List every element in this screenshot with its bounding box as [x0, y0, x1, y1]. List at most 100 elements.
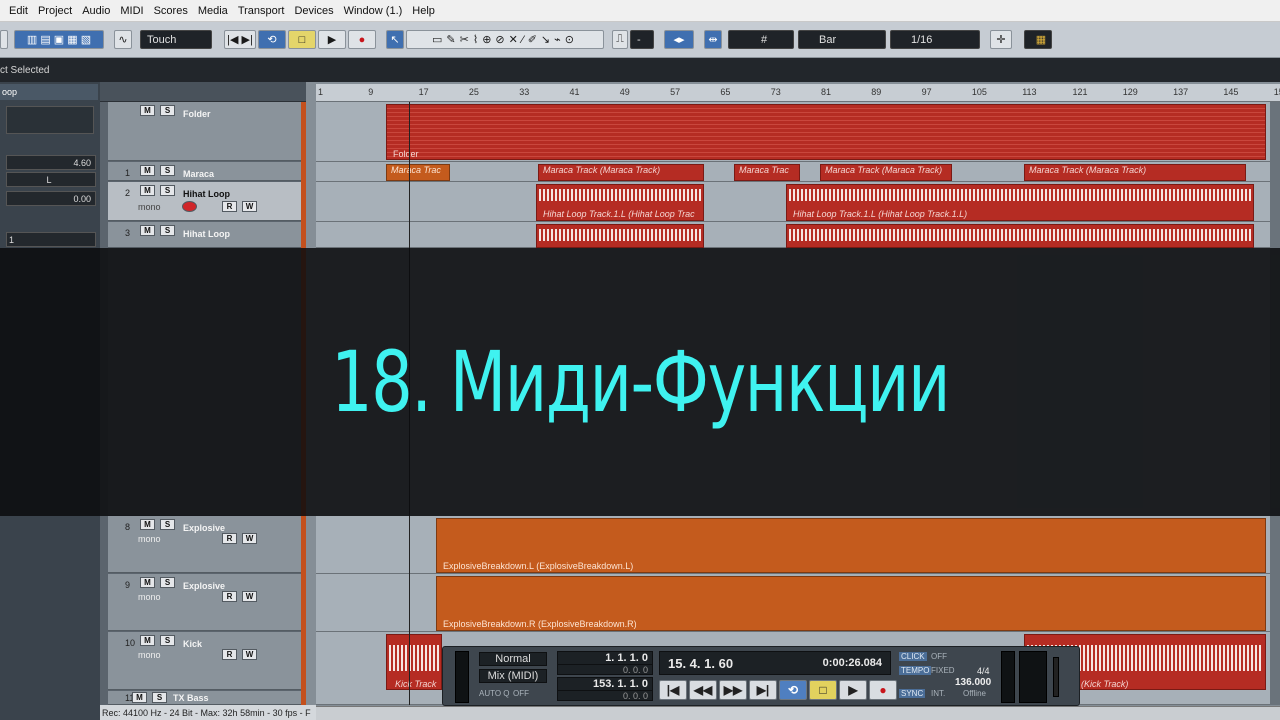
menu-midi[interactable]: MIDI — [120, 5, 143, 17]
record-enable-icon[interactable] — [182, 201, 197, 212]
cycle-button[interactable]: ⟲ — [258, 30, 286, 49]
track-folder[interactable]: Folder M S — [108, 102, 301, 161]
mute-button[interactable]: M — [140, 519, 155, 530]
automation-mode-select[interactable]: Touch — [140, 30, 212, 49]
automation-icon[interactable]: ∿ — [114, 30, 132, 49]
mute-button[interactable]: M — [140, 105, 155, 116]
fast-forward-icon[interactable]: ▶▶ — [719, 680, 747, 700]
go-to-start-button[interactable]: |◀ ▶| — [224, 30, 256, 49]
pan-field[interactable]: L — [6, 172, 96, 187]
go-to-end-icon[interactable]: ▶| — [749, 680, 777, 700]
read-automation-button[interactable]: R — [222, 533, 237, 544]
volume-field[interactable]: 4.60 — [6, 155, 96, 170]
track-tx-bass[interactable]: 11 TX Bass M S — [108, 691, 301, 705]
explosive-l-part[interactable]: ExplosiveBreakdown.L (ExplosiveBreakdown… — [436, 518, 1266, 573]
menu-window[interactable]: Window (1.) — [344, 5, 403, 17]
menu-transport[interactable]: Transport — [238, 5, 285, 17]
hihat2-part-2[interactable] — [786, 224, 1254, 248]
grid-type-select[interactable]: Bar — [798, 30, 886, 49]
maraca-part-4[interactable]: Maraca Track (Maraca Track) — [820, 164, 952, 181]
record-button[interactable]: ● — [348, 30, 376, 49]
write-automation-button[interactable]: W — [242, 649, 257, 660]
menu-devices[interactable]: Devices — [294, 5, 333, 17]
horizontal-scrollbar[interactable] — [316, 706, 1280, 720]
snap-icon[interactable]: ⎍ — [612, 30, 628, 49]
tempo-label[interactable]: TEMPO — [899, 666, 932, 675]
position-display[interactable]: 15. 4. 1. 60 0:00:26.084 — [659, 651, 891, 675]
crosshair-icon[interactable]: ✛ — [990, 30, 1012, 49]
menu-project[interactable]: Project — [38, 5, 72, 17]
edit-tools-group[interactable]: ▭✎✂⌇⊕⊘✕⁄✐↘⌁⊙ — [406, 30, 604, 49]
play-button[interactable]: ▶ — [318, 30, 346, 49]
cycle-mode-select[interactable]: Mix (MIDI) — [479, 669, 547, 683]
solo-button[interactable]: S — [160, 635, 175, 646]
left-locator[interactable]: 1. 1. 1. 0 — [557, 651, 653, 665]
maraca-part-2[interactable]: Maraca Track (Maraca Track) — [538, 164, 704, 181]
mute-button[interactable]: M — [140, 577, 155, 588]
master-fader[interactable] — [1053, 657, 1059, 697]
maraca-part-1[interactable]: Maraca Trac — [386, 164, 450, 181]
color-palette-icon[interactable]: ▦ — [1024, 30, 1052, 49]
menu-media[interactable]: Media — [198, 5, 228, 17]
ruler[interactable]: 1 9 17 25 33 41 49 57 65 73 81 89 97 105 113 121 129 137 1… — [316, 84, 1280, 102]
menu-audio[interactable]: Audio — [82, 5, 110, 17]
inspector-buttons[interactable] — [6, 106, 94, 134]
hihat-part-2[interactable]: Hihat Loop Track.1.L (Hihat Loop Track.1… — [786, 184, 1254, 221]
read-automation-button[interactable]: R — [222, 591, 237, 602]
write-automation-button[interactable]: W — [242, 591, 257, 602]
solo-button[interactable]: S — [160, 519, 175, 530]
maraca-part-5[interactable]: Maraca Track (Maraca Track) — [1024, 164, 1246, 181]
maraca-part-3[interactable]: Maraca Trac — [734, 164, 800, 181]
read-automation-button[interactable]: R — [222, 201, 237, 212]
solo-button[interactable]: S — [152, 692, 167, 703]
track-explosive-1[interactable]: 8 Explosive mono M S R W — [108, 516, 301, 573]
menu-scores[interactable]: Scores — [154, 5, 188, 17]
kick-part-1[interactable]: Kick Track — [386, 634, 442, 690]
go-to-start-icon[interactable]: |◀ — [659, 680, 687, 700]
routing-field[interactable]: 1 — [6, 232, 96, 247]
tempo-value[interactable]: 136.000 — [955, 677, 991, 688]
menu-help[interactable]: Help — [412, 5, 435, 17]
cycle-icon[interactable]: ⟲ — [779, 680, 807, 700]
quantize-select[interactable]: 1/16 — [890, 30, 980, 49]
track-maraca[interactable]: 1 Maraca M S — [108, 162, 301, 181]
object-selection-tool-icon[interactable]: ↖ — [386, 30, 404, 49]
explosive-r-part[interactable]: ExplosiveBreakdown.R (ExplosiveBreakdown… — [436, 576, 1266, 631]
auto-quantize-value[interactable]: OFF — [513, 689, 529, 698]
write-automation-button[interactable]: W — [242, 201, 257, 212]
inspector-track-header[interactable]: oop — [0, 84, 98, 100]
time-signature-value[interactable]: 4/4 — [977, 666, 990, 676]
sync-label[interactable]: SYNC — [899, 689, 926, 698]
mute-button[interactable]: M — [140, 225, 155, 236]
solo-button[interactable]: S — [160, 165, 175, 176]
hihat2-part-1[interactable] — [536, 224, 704, 248]
record-icon[interactable]: ● — [869, 680, 897, 700]
grid-icon[interactable]: # — [728, 30, 794, 49]
folder-part[interactable]: Folder — [386, 104, 1266, 160]
rewind-icon[interactable]: ◀◀ — [689, 680, 717, 700]
mute-button[interactable]: M — [140, 185, 155, 196]
right-locator[interactable]: 153. 1. 1. 0 — [557, 677, 653, 691]
window-layout-buttons[interactable]: ▥ ▤ ▣ ▦ ▧ — [14, 30, 104, 49]
mute-button[interactable]: M — [140, 165, 155, 176]
solo-button[interactable]: S — [160, 105, 175, 116]
play-icon[interactable]: ▶ — [839, 680, 867, 700]
track-explosive-2[interactable]: 9 Explosive mono M S R W — [108, 574, 301, 631]
record-mode-select[interactable]: Normal — [479, 652, 547, 666]
nudge-buttons[interactable]: ◂▸ — [664, 30, 694, 49]
stop-icon[interactable]: □ — [809, 680, 837, 700]
menu-edit[interactable]: Edit — [9, 5, 28, 17]
track-hihat-loop-1[interactable]: 2 Hihat Loop mono M S R W — [108, 182, 301, 221]
click-label[interactable]: CLICK — [899, 652, 927, 661]
track-hihat-loop-2[interactable]: 3 Hihat Loop M S — [108, 222, 301, 248]
solo-button[interactable]: S — [160, 225, 175, 236]
track-kick[interactable]: 10 Kick mono M S R W — [108, 632, 301, 690]
mute-button[interactable]: M — [132, 692, 147, 703]
mute-button[interactable]: M — [140, 635, 155, 646]
snap-mode-select[interactable]: - — [630, 30, 654, 49]
stop-button[interactable]: □ — [288, 30, 316, 49]
read-automation-button[interactable]: R — [222, 649, 237, 660]
solo-button[interactable]: S — [160, 577, 175, 588]
solo-button[interactable]: S — [160, 185, 175, 196]
write-automation-button[interactable]: W — [242, 533, 257, 544]
